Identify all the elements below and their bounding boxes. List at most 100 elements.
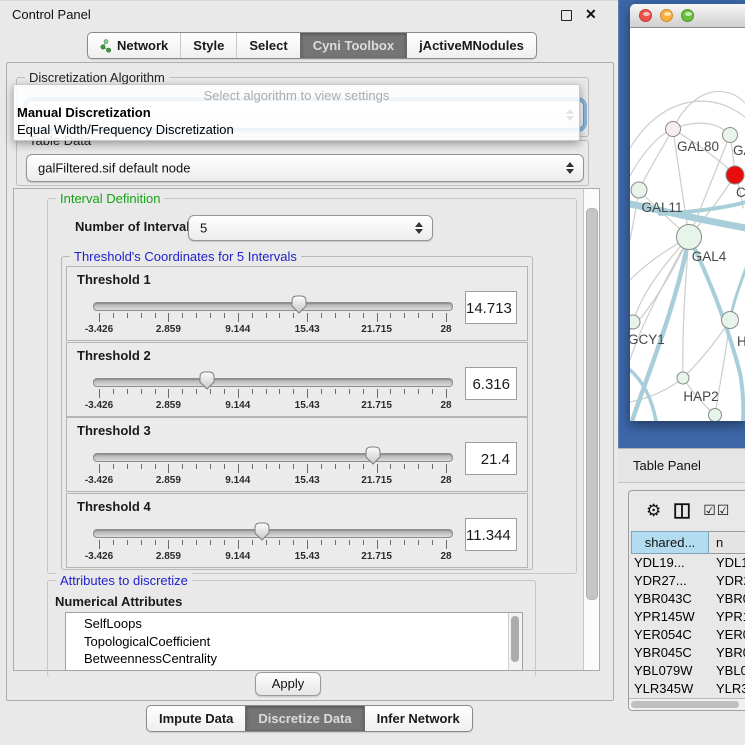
- table-row[interactable]: YBL079WYBL0: [629, 662, 745, 680]
- select-columns-icon[interactable]: ☑☑: [703, 502, 730, 519]
- network-node[interactable]: [722, 312, 739, 329]
- settings-scrollbar[interactable]: [583, 189, 599, 670]
- network-window-titlebar[interactable]: [630, 4, 745, 28]
- number-of-intervals-label: Number of Intervals: [75, 219, 197, 234]
- cell-shared-name: YBR045C: [629, 644, 709, 662]
- right-panel: GAL80GACGAL11GAL4GCY1HHAP2 Table Panel ⚙…: [618, 0, 745, 745]
- tab-jactivemnodules[interactable]: jActiveMNodules: [406, 33, 536, 58]
- network-node[interactable]: [666, 122, 681, 137]
- column-header-shared-name[interactable]: shared...: [631, 531, 709, 554]
- table-row[interactable]: YPR145WYPR1: [629, 608, 745, 626]
- thresholds-group-title: Threshold's Coordinates for 5 Intervals: [70, 249, 301, 264]
- cell-name: YPR1: [709, 608, 745, 626]
- slider-thumb[interactable]: [199, 371, 215, 390]
- network-node[interactable]: [677, 372, 689, 384]
- cell-shared-name: YBL079W: [629, 662, 709, 680]
- tab-style-label: Style: [193, 38, 224, 53]
- slider-ticks: [99, 540, 446, 550]
- table-row[interactable]: YLR345WYLR3: [629, 680, 745, 698]
- table-row[interactable]: YDR27...YDR2: [629, 572, 745, 590]
- number-of-intervals-combobox[interactable]: 5: [188, 215, 433, 241]
- network-icon: [100, 39, 112, 53]
- table-hscroll-thumb[interactable]: [631, 701, 739, 708]
- number-of-intervals-value: 5: [200, 221, 207, 236]
- tab-style[interactable]: Style: [180, 33, 236, 58]
- network-node[interactable]: [631, 182, 647, 198]
- table-row[interactable]: YDL19...YDL1: [629, 554, 745, 572]
- slider-tick-labels: -3.4262.8599.14415.4321.71528: [99, 551, 446, 562]
- close-traffic-light[interactable]: [639, 9, 652, 22]
- numerical-attributes-listbox[interactable]: SelfLoopsTopologicalCoefficientBetweenne…: [65, 612, 523, 671]
- slider-track[interactable]: [93, 378, 453, 387]
- tab-network[interactable]: Network: [88, 33, 180, 58]
- numerical-attribute-item[interactable]: TopologicalCoefficient: [84, 633, 522, 651]
- list-scrollbar[interactable]: [508, 613, 522, 670]
- node-label: GAL80: [677, 139, 719, 154]
- slider-thumb[interactable]: [291, 295, 307, 314]
- list-scrollbar-thumb[interactable]: [511, 616, 519, 662]
- tab-impute-data[interactable]: Impute Data: [147, 706, 245, 731]
- slider-track[interactable]: [93, 529, 453, 538]
- slider-thumb[interactable]: [365, 446, 381, 465]
- table-panel-body: ⚙ ☑☑ shared... n YDL19...YDL1YDR27...YDR…: [618, 483, 745, 745]
- threshold-label: Threshold 4: [77, 499, 151, 514]
- node-label: GCY1: [630, 332, 665, 347]
- network-canvas[interactable]: GAL80GACGAL11GAL4GCY1HHAP2: [630, 28, 745, 421]
- network-node[interactable]: [630, 315, 640, 329]
- cell-shared-name: YDR27...: [629, 572, 709, 590]
- cell-name: YDR2: [709, 572, 745, 590]
- tab-discretize-data[interactable]: Discretize Data: [245, 706, 363, 731]
- gear-icon[interactable]: ⚙: [646, 502, 661, 519]
- settings-scrollbar-thumb[interactable]: [586, 208, 598, 600]
- numerical-attributes-list: SelfLoopsTopologicalCoefficientBetweenne…: [66, 613, 522, 668]
- tab-select[interactable]: Select: [236, 33, 299, 58]
- close-icon[interactable]: ✕: [585, 6, 597, 23]
- table-data-combobox[interactable]: galFiltered.sif default node: [26, 154, 584, 182]
- slider-thumb[interactable]: [254, 522, 270, 541]
- table-panel-title: Table Panel: [633, 458, 701, 473]
- tab-infer-network[interactable]: Infer Network: [364, 706, 472, 731]
- threshold-value-field[interactable]: 11.344: [465, 518, 517, 551]
- control-panel-tabbar: Network Style Select Cyni Toolbox jActiv…: [87, 32, 537, 59]
- threshold-value-field[interactable]: 21.4: [465, 442, 517, 475]
- network-node[interactable]: [723, 128, 738, 143]
- table-row[interactable]: YER054CYER0: [629, 626, 745, 644]
- cell-shared-name: YDL19...: [629, 554, 709, 572]
- threshold-label: Threshold 3: [77, 423, 151, 438]
- window-title: Control Panel: [12, 7, 91, 22]
- numerical-attribute-item[interactable]: SelfLoops: [84, 615, 522, 633]
- column-header-name[interactable]: n: [709, 531, 745, 554]
- zoom-traffic-light[interactable]: [681, 9, 694, 22]
- float-window-icon[interactable]: [561, 10, 572, 21]
- thresholds-group: Threshold's Coordinates for 5 Intervals …: [61, 256, 533, 570]
- algorithm-dropdown-prompt: Select algorithm to view settings: [14, 88, 579, 103]
- cell-shared-name: YER054C: [629, 626, 709, 644]
- table-horizontal-scrollbar[interactable]: [629, 698, 745, 711]
- network-node[interactable]: [709, 409, 722, 422]
- numerical-attribute-item[interactable]: BetweennessCentrality: [84, 650, 522, 668]
- slider-track[interactable]: [93, 453, 453, 462]
- slider-track[interactable]: [93, 302, 453, 311]
- threshold-value-field[interactable]: 14.713: [465, 291, 517, 324]
- numerical-attributes-label: Numerical Attributes: [55, 594, 182, 609]
- table-row[interactable]: YBR043CYBR0: [629, 590, 745, 608]
- tab-cyni-toolbox[interactable]: Cyni Toolbox: [300, 33, 406, 58]
- threshold-slider[interactable]: -3.4262.8599.14415.4321.71528: [93, 369, 453, 413]
- columns-icon[interactable]: [674, 503, 690, 519]
- threshold-slider[interactable]: -3.4262.8599.14415.4321.71528: [93, 444, 453, 488]
- table-row[interactable]: YBR045CYBR0: [629, 644, 745, 662]
- algorithm-option[interactable]: Equal Width/Frequency Discretization: [16, 121, 577, 138]
- algorithm-option[interactable]: Manual Discretization: [16, 104, 577, 121]
- threshold-slider[interactable]: -3.4262.8599.14415.4321.71528: [93, 520, 453, 564]
- threshold-value-field[interactable]: 6.316: [465, 367, 517, 400]
- apply-button[interactable]: Apply: [255, 672, 321, 696]
- tab-impute-data-label: Impute Data: [159, 711, 233, 726]
- threshold-slider[interactable]: -3.4262.8599.14415.4321.71528: [93, 293, 453, 337]
- algorithm-dropdown-popup: Select algorithm to view settings Manual…: [13, 84, 580, 141]
- minimize-traffic-light[interactable]: [660, 9, 673, 22]
- threshold-panel: Threshold 3 -3.4262.8599.14415.4321.71528…: [66, 417, 528, 492]
- table-rows: YDL19...YDL1YDR27...YDR2YBR043CYBR0YPR14…: [629, 554, 745, 698]
- network-node[interactable]: [677, 225, 702, 250]
- tab-discretize-data-label: Discretize Data: [258, 711, 351, 726]
- network-node[interactable]: [726, 166, 744, 184]
